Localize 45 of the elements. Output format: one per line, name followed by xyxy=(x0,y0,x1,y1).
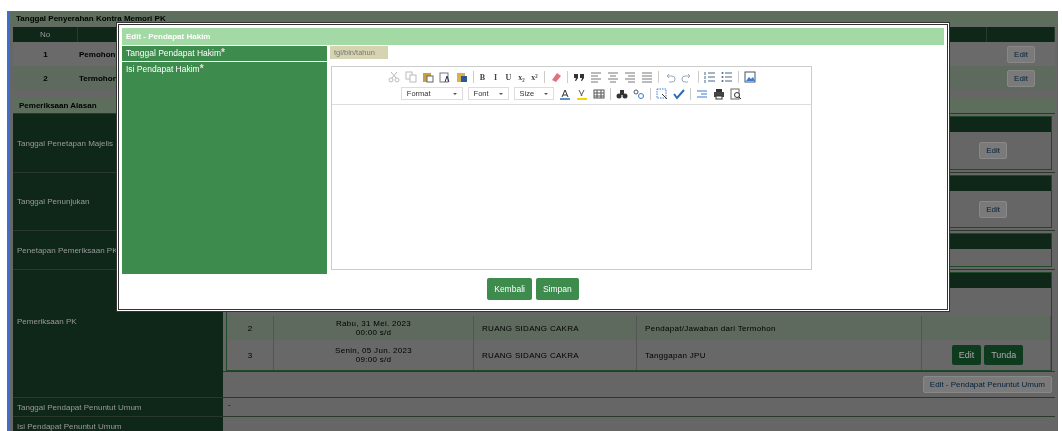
edit-button[interactable]: Edit xyxy=(1007,45,1035,63)
image-icon[interactable] xyxy=(743,71,756,83)
edit-button[interactable]: Edit xyxy=(979,200,1007,218)
table-cell: RUANG SIDANG CAKRA xyxy=(474,316,637,340)
table-cell: 2 xyxy=(227,316,274,340)
highlight-color-icon[interactable] xyxy=(576,87,589,100)
format-button[interactable]: I xyxy=(491,72,500,82)
replace-icon[interactable] xyxy=(633,87,646,100)
bullet-list-icon[interactable] xyxy=(720,71,733,83)
spellcheck-icon[interactable] xyxy=(673,87,686,100)
postpone-button[interactable]: Tunda xyxy=(984,345,1024,365)
dialog-title: Edit - Pendapat Hakim xyxy=(122,28,944,45)
edit-button[interactable]: Edit - Pendapat Penuntut Umum xyxy=(922,376,1052,393)
preview-icon[interactable] xyxy=(730,87,743,100)
format-button[interactable]: x₂ xyxy=(517,72,526,82)
text-color-icon[interactable] xyxy=(559,87,572,100)
format-button[interactable]: B xyxy=(478,72,487,82)
save-button[interactable]: Simpan xyxy=(535,278,579,300)
field-label: Isi Pendapat Hakim* xyxy=(122,62,327,274)
row-label: Tanggal Pendapat Penuntut Umum xyxy=(13,398,223,416)
paste-icon[interactable] xyxy=(421,71,434,83)
table-cell: 2 xyxy=(13,66,78,90)
field-label: Tanggal Pendapat Hakim* xyxy=(122,46,327,61)
clipboard-icon[interactable] xyxy=(455,71,468,83)
table-icon[interactable] xyxy=(593,87,606,100)
column-header: No xyxy=(13,27,78,42)
format-button[interactable]: U xyxy=(504,72,513,82)
field-value: - xyxy=(228,400,231,409)
binoculars-icon[interactable] xyxy=(616,87,629,100)
edit-button[interactable]: Edit xyxy=(979,142,1007,159)
table-cell: Pendapat/Jawaban dari Termohon xyxy=(637,316,922,340)
quote-icon[interactable] xyxy=(572,71,585,83)
clipboard-text-icon[interactable] xyxy=(438,71,451,83)
select-all-icon[interactable] xyxy=(656,87,669,100)
back-button[interactable]: Kembali xyxy=(487,278,532,300)
table-cell: Rabu, 31 Mei. 2023 00:00 s/d xyxy=(274,316,474,340)
print-icon[interactable] xyxy=(713,87,726,100)
redo-icon[interactable] xyxy=(680,71,693,83)
numbered-list-icon[interactable] xyxy=(703,71,716,83)
table-cell: 1 xyxy=(13,42,78,66)
format-button[interactable]: x² xyxy=(530,72,539,82)
edit-button[interactable]: Edit xyxy=(1007,69,1035,87)
edit-button[interactable]: Edit xyxy=(951,345,982,365)
eraser-icon[interactable] xyxy=(549,71,562,83)
row-label: Isi Pendapat Penuntut Umum xyxy=(13,417,223,431)
